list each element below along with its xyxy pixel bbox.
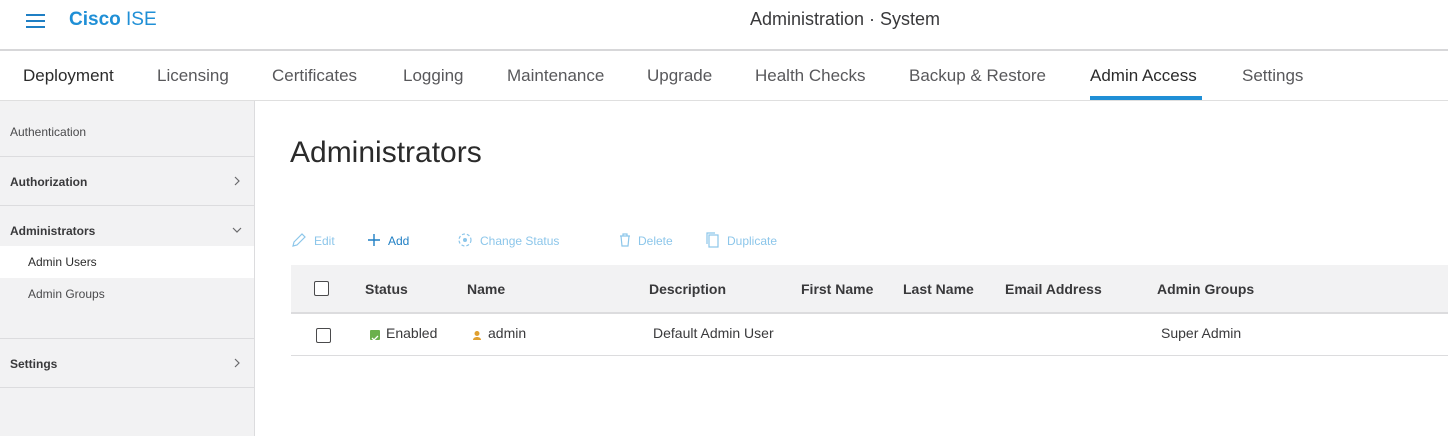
page-context-title: Administration · System: [749, 9, 941, 29]
tab-maintenance[interactable]: Maintenance: [507, 66, 604, 86]
tab-certificates[interactable]: Certificates: [272, 66, 357, 86]
status-value: Enabled: [386, 325, 438, 341]
change-status-label: Change Status: [480, 234, 560, 248]
delete-label: Delete: [638, 234, 673, 248]
sidebar-item-admin-users[interactable]: Admin Users: [0, 246, 254, 278]
edit-button[interactable]: Edit: [291, 232, 341, 250]
sidebar-item-authentication[interactable]: Authentication: [0, 101, 254, 156]
sidebar-item-label: Admin Groups: [28, 287, 105, 301]
admin-user-icon: [473, 331, 481, 340]
sidebar-item-administrators[interactable]: Administrators: [0, 206, 254, 246]
column-header-status[interactable]: Status: [365, 281, 408, 297]
column-header-admin-groups[interactable]: Admin Groups: [1157, 281, 1254, 297]
sidebar-item-label: Settings: [10, 357, 58, 371]
tab-backup-restore[interactable]: Backup & Restore: [909, 66, 1046, 86]
tab-admin-access[interactable]: Admin Access: [1090, 66, 1197, 86]
column-header-first-name[interactable]: First Name: [801, 281, 873, 297]
change-status-button[interactable]: Change Status: [457, 232, 572, 250]
sidebar-item-admin-groups[interactable]: Admin Groups: [0, 278, 254, 310]
active-tab-indicator: [1090, 96, 1202, 100]
admin-groups-value: Super Admin: [1161, 325, 1242, 341]
page-title: Administrators: [290, 136, 482, 169]
add-button[interactable]: Add: [366, 232, 416, 250]
delete-button[interactable]: Delete: [617, 232, 682, 250]
sidebar-item-label: Administrators: [10, 224, 96, 238]
tab-settings[interactable]: Settings: [1242, 66, 1303, 86]
copy-icon: [706, 232, 719, 248]
sidebar-item-settings[interactable]: Settings: [0, 339, 254, 387]
chevron-right-icon: [234, 176, 240, 186]
row-checkbox[interactable]: [316, 328, 331, 343]
change-status-icon: [458, 233, 472, 247]
sidebar-item-label: Authentication: [10, 125, 87, 139]
edit-label: Edit: [314, 234, 335, 248]
table-header: Status Name Description First Name Last …: [291, 265, 1448, 314]
tab-deployment[interactable]: Deployment: [23, 66, 114, 86]
sidebar-item-label: Authorization: [10, 175, 88, 189]
sidebar-item-authorization[interactable]: Authorization: [0, 157, 254, 205]
tab-bar: Deployment Licensing Certificates Loggin…: [0, 52, 1448, 101]
chevron-down-icon: [232, 227, 242, 233]
column-header-name[interactable]: Name: [467, 281, 505, 297]
tab-licensing[interactable]: Licensing: [157, 66, 229, 86]
user-name-link[interactable]: admin: [488, 325, 526, 341]
divider: [0, 387, 254, 388]
column-header-email[interactable]: Email Address: [1005, 281, 1102, 297]
sidebar-item-label: Admin Users: [28, 255, 97, 269]
select-all-checkbox[interactable]: [314, 281, 329, 296]
top-header: Cisco ISE Administration · System: [0, 0, 1448, 51]
tab-logging[interactable]: Logging: [403, 66, 464, 86]
duplicate-label: Duplicate: [727, 234, 778, 248]
chevron-right-icon: [234, 358, 240, 368]
description-value: Default Admin User: [653, 325, 774, 341]
add-label: Add: [388, 234, 410, 248]
tab-health-checks[interactable]: Health Checks: [755, 66, 866, 86]
enabled-status-icon: [370, 330, 380, 341]
column-header-description[interactable]: Description: [649, 281, 726, 297]
tab-upgrade[interactable]: Upgrade: [647, 66, 712, 86]
pencil-icon: [292, 233, 306, 247]
plus-icon: [368, 234, 380, 246]
table-row[interactable]: Enabled admin Default Admin User Super A…: [291, 314, 1448, 356]
duplicate-button[interactable]: Duplicate: [705, 232, 790, 250]
trash-icon: [620, 233, 630, 247]
left-sidebar: Authentication Authorization Administrat…: [0, 101, 255, 436]
column-header-last-name[interactable]: Last Name: [903, 281, 974, 297]
